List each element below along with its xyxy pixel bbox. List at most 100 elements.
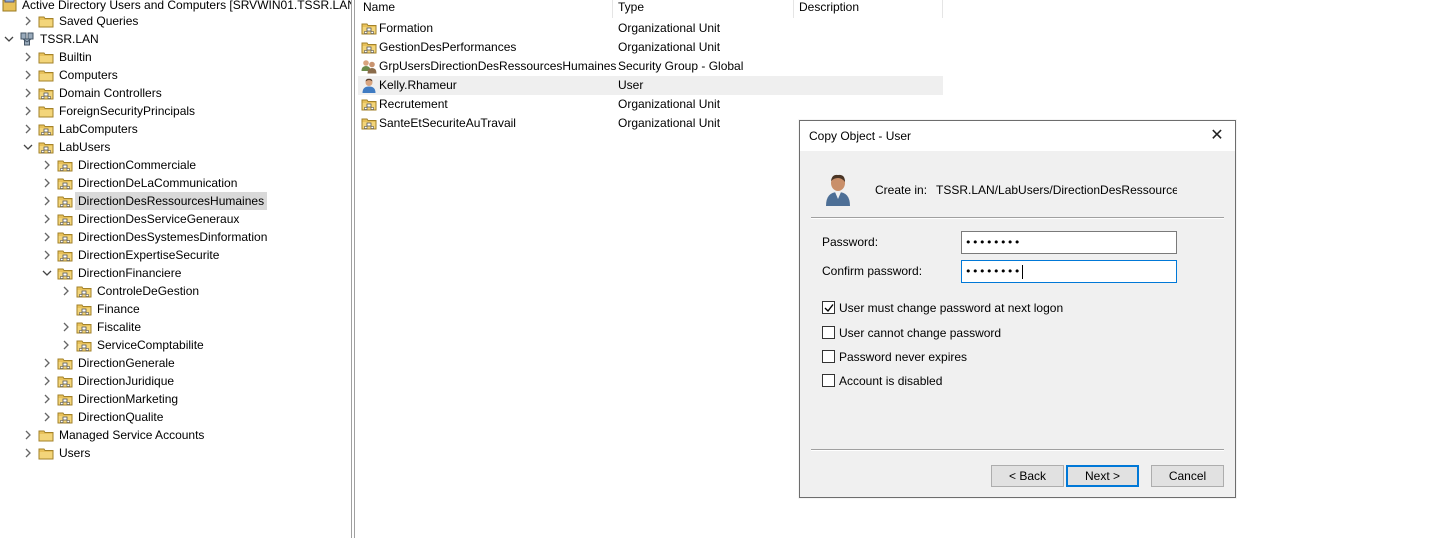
chevron-right-icon[interactable] (23, 426, 35, 444)
ou-icon (76, 320, 92, 334)
option-label: User cannot change password (839, 326, 1002, 340)
checkbox-unchecked[interactable] (822, 374, 835, 387)
list-row-type: User (618, 78, 644, 92)
ou-icon (57, 212, 73, 226)
cancel-button[interactable]: Cancel (1151, 465, 1224, 487)
group-icon (361, 59, 377, 74)
ou-icon (76, 302, 92, 316)
tree-item-label: DirectionDesRessourcesHumaines (75, 192, 268, 210)
checkbox-checked[interactable] (822, 301, 835, 314)
chevron-right-icon[interactable] (23, 84, 35, 102)
tree-item-label: DirectionMarketing (78, 392, 179, 406)
tree-item-label: ForeignSecurityPrincipals (59, 104, 196, 118)
chevron-right-icon[interactable] (23, 12, 35, 30)
chevron-right-icon[interactable] (61, 318, 73, 336)
chevron-right-icon[interactable] (23, 120, 35, 138)
chevron-down-icon[interactable] (23, 138, 35, 156)
folder-icon (38, 50, 54, 64)
folder-icon (38, 104, 54, 118)
confirm-password-value: •••••••• (965, 265, 1021, 278)
list-row-name: Formation (379, 21, 434, 35)
back-button[interactable]: < Back (991, 465, 1064, 487)
pane-splitter[interactable] (351, 0, 355, 538)
tree-item-label: Domain Controllers (59, 86, 162, 100)
dialog-titlebar[interactable]: Copy Object - User ✕ (800, 121, 1235, 151)
chevron-right-icon[interactable] (42, 246, 54, 264)
list-row[interactable]: GestionDesPerformances Organizational Uni… (358, 38, 943, 57)
separator-bottom (811, 449, 1224, 451)
ou-icon (57, 194, 73, 208)
list-row-type: Organizational Unit (618, 21, 721, 35)
ou-icon (57, 374, 73, 388)
tree-item-label: Users (59, 446, 91, 460)
tree-item-label: DirectionDesSystemesDinformation (78, 230, 268, 244)
create-in-path: TSSR.LAN/LabUsers/DirectionDesRessources… (936, 183, 1177, 197)
tree-item-label: DirectionQualite (78, 410, 164, 424)
ou-icon (38, 86, 54, 100)
tree-item-label: LabComputers (59, 122, 138, 136)
ou-icon (38, 140, 54, 154)
aduc-root-icon (2, 0, 18, 12)
tree-item-label: DirectionJuridique (78, 374, 175, 388)
chevron-right-icon[interactable] (42, 192, 54, 210)
chevron-down-icon[interactable] (4, 30, 16, 48)
tree-item-label: LabUsers (59, 140, 111, 154)
list-row-type: Organizational Unit (618, 97, 721, 111)
list-row[interactable]: GrpUsersDirectionDesRessourcesHumaines Se… (358, 57, 943, 76)
tree-item-label: DirectionDeLaCommunication (78, 176, 238, 190)
list-row[interactable]: Recrutement Organizational Unit (358, 95, 943, 114)
checkmark-icon (824, 304, 834, 313)
ou-icon (57, 176, 73, 190)
chevron-right-icon[interactable] (42, 210, 54, 228)
chevron-right-icon[interactable] (23, 48, 35, 66)
text-caret (1021, 265, 1023, 279)
copy-object-user-dialog: Copy Object - User ✕ Create in: TSSR.LAN… (799, 120, 1236, 498)
ou-icon (76, 284, 92, 298)
password-field[interactable]: •••••••• (961, 231, 1177, 254)
domain-icon (19, 32, 35, 46)
tree-item-label: Builtin (59, 50, 92, 64)
ou-icon (361, 40, 377, 55)
ou-icon (76, 338, 92, 352)
column-header-type[interactable]: Type (613, 0, 794, 18)
console-tree: Active Directory Users and Computers [SR… (0, 0, 351, 538)
tree-item-label: ServiceComptabilite (97, 338, 204, 352)
option-label: Password never expires (839, 350, 968, 364)
tree-item-label: DirectionGenerale (78, 356, 175, 370)
chevron-right-icon[interactable] (23, 102, 35, 120)
chevron-right-icon[interactable] (42, 174, 54, 192)
column-header-description[interactable]: Description (794, 0, 943, 18)
chevron-right-icon[interactable] (42, 156, 54, 174)
tree-item-label: Computers (59, 68, 118, 82)
list-row[interactable]: Formation Organizational Unit (358, 19, 943, 38)
close-icon[interactable]: ✕ (1207, 125, 1227, 147)
chevron-right-icon[interactable] (61, 336, 73, 354)
folder-icon (38, 428, 54, 442)
chevron-right-icon[interactable] (42, 228, 54, 246)
list-row-name: GrpUsersDirectionDesRessourcesHumaines (379, 59, 617, 73)
ou-icon (57, 266, 73, 280)
column-header-name[interactable]: Name (358, 0, 613, 18)
checkbox-unchecked[interactable] (822, 326, 835, 339)
chevron-right-icon[interactable] (42, 408, 54, 426)
chevron-right-icon[interactable] (42, 372, 54, 390)
chevron-right-icon[interactable] (23, 444, 35, 462)
confirm-password-field[interactable]: •••••••• (961, 260, 1177, 283)
create-in-label: Create in: (875, 183, 928, 197)
list-row-name: SanteEtSecuriteAuTravail (379, 116, 516, 130)
ou-icon (57, 410, 73, 424)
folder-icon (38, 68, 54, 82)
tree-item-label: Fiscalite (97, 320, 142, 334)
chevron-right-icon[interactable] (61, 282, 73, 300)
checkbox-unchecked[interactable] (822, 350, 835, 363)
chevron-right-icon[interactable] (23, 66, 35, 84)
chevron-down-icon[interactable] (42, 264, 54, 282)
list-row[interactable]: Kelly.Rhameur User (358, 76, 943, 95)
password-value: •••••••• (965, 236, 1021, 249)
ou-icon (361, 97, 377, 112)
chevron-right-icon[interactable] (42, 390, 54, 408)
tree-item-label: Finance (97, 302, 140, 316)
chevron-right-icon[interactable] (42, 354, 54, 372)
list-row-name: Recrutement (379, 97, 448, 111)
next-button[interactable]: Next > (1066, 465, 1139, 487)
